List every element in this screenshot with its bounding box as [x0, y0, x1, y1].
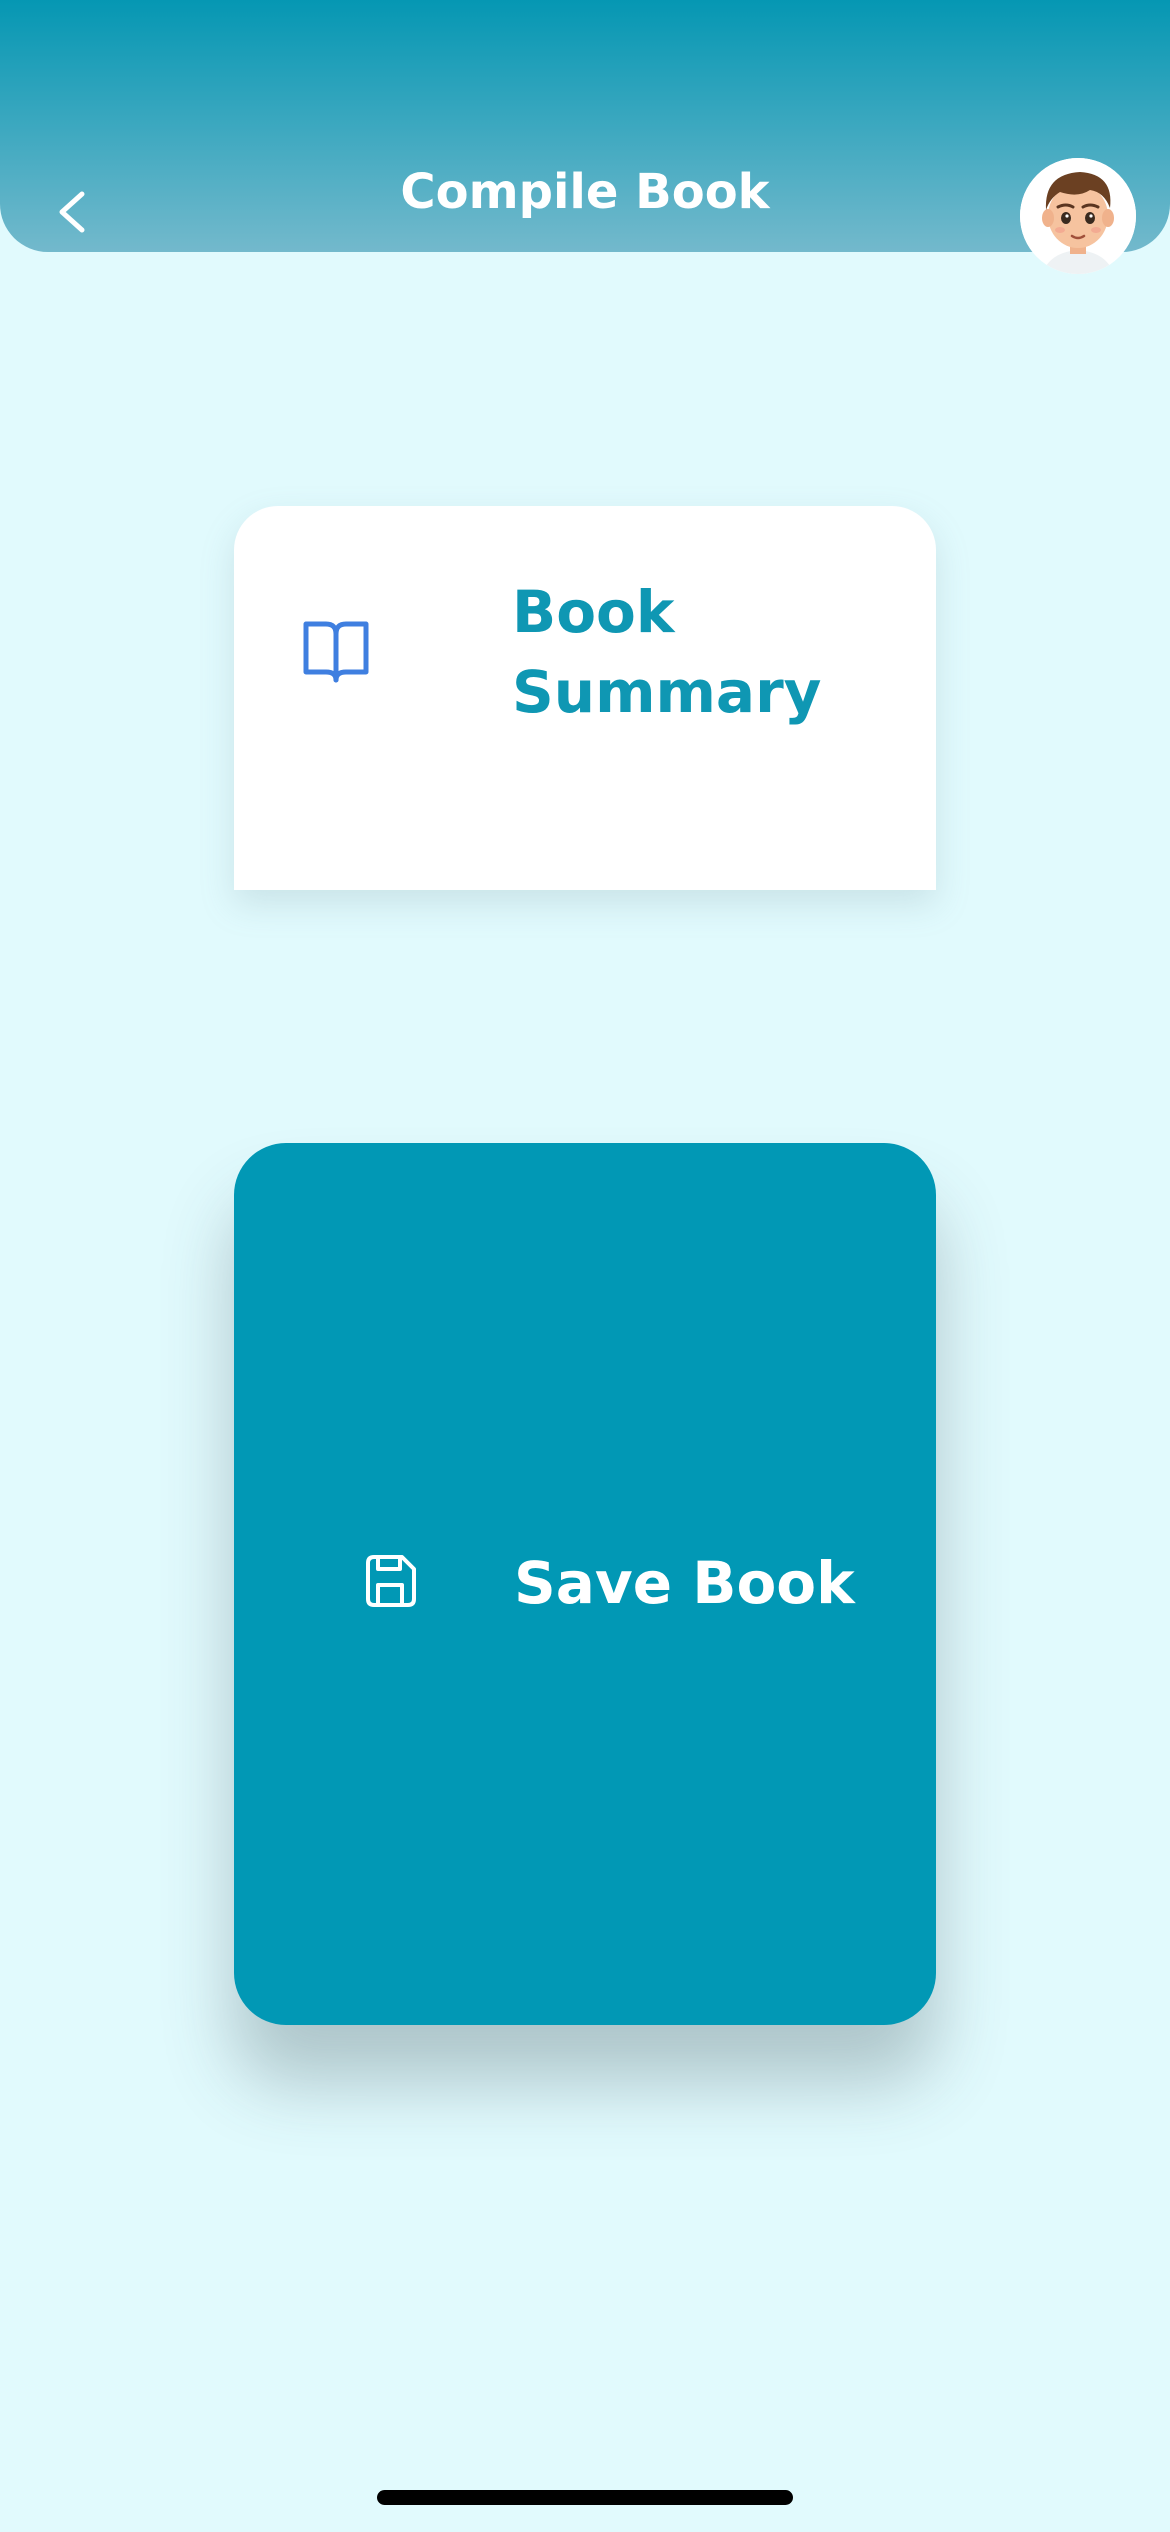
- book-open-icon: [303, 621, 369, 683]
- user-avatar-icon: [1020, 158, 1136, 274]
- save-icon: [366, 1555, 416, 1607]
- avatar[interactable]: [1020, 158, 1136, 274]
- book-summary-label: Book Summary: [512, 578, 822, 726]
- app-header: Compile Book: [0, 0, 1170, 274]
- page-title: Compile Book: [400, 164, 770, 220]
- book-summary-card[interactable]: Book Summary: [234, 506, 936, 890]
- save-book-label: Save Book: [514, 1549, 855, 1617]
- home-indicator[interactable]: [377, 2490, 793, 2505]
- save-book-button[interactable]: Save Book: [234, 1143, 936, 2025]
